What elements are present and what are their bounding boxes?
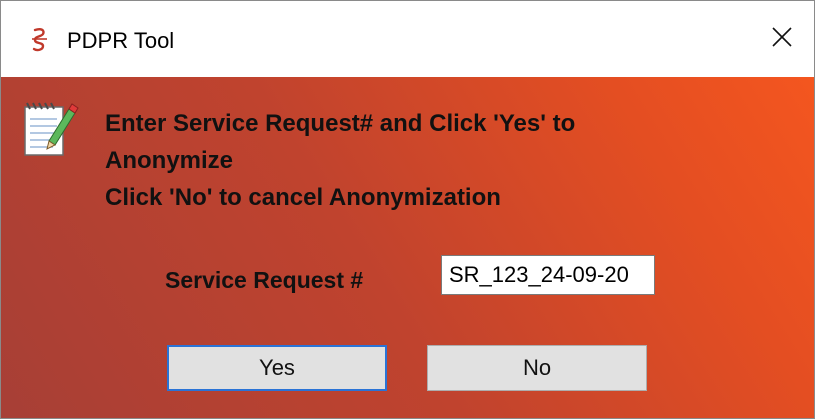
close-icon bbox=[771, 26, 793, 53]
no-button[interactable]: No bbox=[427, 345, 647, 391]
service-request-input[interactable] bbox=[441, 255, 655, 295]
close-button[interactable] bbox=[750, 1, 814, 77]
pdpr-dialog-window: PDPR Tool Enter Service Request# and Cli… bbox=[0, 0, 815, 419]
service-request-label: Service Request # bbox=[165, 267, 364, 293]
message-line: Anonymize bbox=[105, 147, 234, 174]
notepad-pencil-icon bbox=[19, 97, 81, 163]
app-icon bbox=[29, 27, 51, 53]
title-bar[interactable]: PDPR Tool bbox=[1, 1, 814, 77]
yes-button[interactable]: Yes bbox=[167, 345, 387, 391]
window-title: PDPR Tool bbox=[67, 28, 175, 53]
instruction-message: Enter Service Request# and Click 'Yes' t… bbox=[105, 105, 745, 216]
dialog-body: Enter Service Request# and Click 'Yes' t… bbox=[1, 77, 814, 418]
message-line: Click 'No' to cancel Anonymization bbox=[105, 184, 501, 211]
message-line: Enter Service Request# and Click 'Yes' t… bbox=[105, 110, 576, 137]
